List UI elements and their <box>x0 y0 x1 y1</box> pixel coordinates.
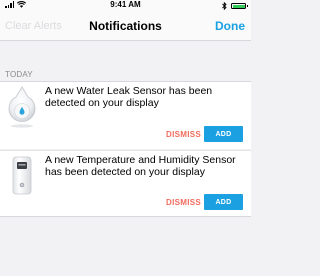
notification-card: A new Water Leak Sensor has been detecte… <box>0 82 251 149</box>
notification-card: A new Temperature and Humidity Sensor ha… <box>0 150 251 217</box>
page-title: Notifications <box>89 19 162 33</box>
status-time: 9:41 AM <box>110 0 141 9</box>
done-button[interactable]: Done <box>215 19 245 33</box>
temperature-humidity-sensor-icon <box>12 156 32 195</box>
battery-fill <box>232 4 245 8</box>
add-button[interactable]: ADD <box>204 126 243 142</box>
bluetooth-icon <box>222 2 227 10</box>
battery-icon <box>231 3 248 9</box>
notification-message: A new Water Leak Sensor has been detecte… <box>45 85 213 109</box>
section-header-today: TODAY <box>5 70 33 79</box>
dismiss-button[interactable]: DISMISS <box>166 130 201 139</box>
battery-cap <box>246 5 248 7</box>
water-leak-sensor-icon <box>8 86 36 128</box>
status-bar: 9:41 AM <box>0 0 251 12</box>
dismiss-button[interactable]: DISMISS <box>166 198 201 207</box>
status-right <box>222 2 248 10</box>
notification-message: A new Temperature and Humidity Sensor ha… <box>45 154 236 178</box>
add-button[interactable]: ADD <box>204 194 243 210</box>
navigation-bar: Clear Alerts Notifications Done <box>0 12 251 41</box>
